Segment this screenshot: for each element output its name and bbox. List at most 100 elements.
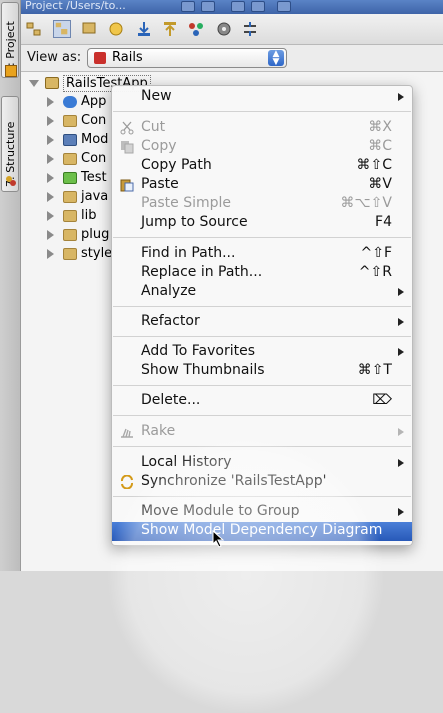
submenu-arrow-icon	[398, 508, 404, 516]
tab-structure[interactable]: 7: Structure	[1, 96, 19, 192]
expand-arrow-icon[interactable]	[47, 97, 54, 107]
diagram-icon[interactable]	[187, 20, 205, 38]
group-structure-icon[interactable]	[53, 20, 71, 38]
settings-icon[interactable]	[215, 20, 233, 38]
expand-arrow-icon[interactable]	[47, 249, 54, 259]
submenu-arrow-icon	[398, 288, 404, 296]
hide-panel-icon[interactable]	[277, 1, 291, 12]
menu-separator	[113, 415, 411, 416]
copy-icon	[121, 141, 134, 154]
menu-separator	[113, 306, 411, 307]
menu-item-show-model-dependency-diagram[interactable]: Show Model Dependency Diagram	[112, 522, 412, 541]
menu-item-paste-simple[interactable]: Paste Simple ⌘⌥⇧V	[112, 195, 412, 214]
menu-item-jump-to-source[interactable]: Jump to Source F4	[112, 214, 412, 233]
menu-item-label: Synchronize 'RailsTestApp'	[141, 473, 327, 489]
menu-item-label: Paste	[141, 176, 179, 192]
menu-item-rake[interactable]: Rake	[112, 423, 412, 442]
menu-item-shortcut: ⌦	[372, 392, 392, 408]
view-as-dropdown[interactable]: Rails ▲ ▼	[87, 48, 287, 68]
pin-icon[interactable]	[251, 1, 265, 12]
menu-separator	[113, 336, 411, 337]
menu-item-replace-in-path[interactable]: Replace in Path... ^⇧R	[112, 264, 412, 283]
view-as-bar: View as: Rails ▲ ▼	[21, 45, 443, 72]
menu-item-label: Show Model Dependency Diagram	[141, 522, 383, 538]
menu-item-label: Replace in Path...	[141, 264, 263, 280]
menu-item-refactor[interactable]: Refactor	[112, 313, 412, 332]
structure-icon	[6, 176, 16, 186]
menu-item-analyze[interactable]: Analyze	[112, 283, 412, 302]
menu-item-copy-path[interactable]: Copy Path ⌘⇧C	[112, 157, 412, 176]
autoscroll-from-source-icon[interactable]	[161, 20, 179, 38]
rails-icon	[94, 52, 106, 64]
tab-project[interactable]: 1: Project	[1, 2, 19, 78]
menu-separator	[113, 385, 411, 386]
autoscroll-to-source-icon[interactable]	[135, 20, 153, 38]
view-as-label: View as:	[27, 50, 82, 65]
expand-arrow-icon[interactable]	[29, 80, 39, 87]
menu-item-label: Cut	[141, 119, 166, 135]
panel-button-3[interactable]	[231, 1, 245, 12]
show-members-icon[interactable]	[107, 20, 125, 38]
tree-item-label: style	[81, 246, 113, 261]
tree-item-label: App	[81, 94, 107, 109]
controllers-icon	[63, 96, 77, 108]
scissors-icon	[120, 121, 134, 135]
expand-arrow-icon[interactable]	[47, 173, 54, 183]
panel-button-1[interactable]	[181, 1, 195, 12]
panel-title: Project /Users/to...	[25, 0, 126, 12]
paste-icon	[120, 179, 134, 192]
tool-window-strip: 1: Project 7: Structure	[0, 0, 21, 571]
tree-item-label: Mod	[81, 132, 109, 147]
menu-item-label: Find in Path...	[141, 245, 236, 261]
menu-separator	[113, 111, 411, 112]
menu-item-shortcut: ⌘⇧C	[356, 157, 392, 173]
panel-button-2[interactable]	[201, 1, 215, 12]
menu-item-new[interactable]: New	[112, 88, 412, 107]
menu-item-label: New	[141, 88, 172, 104]
collapse-all-icon[interactable]	[241, 20, 259, 38]
panel-toolbar	[21, 14, 443, 45]
menu-item-show-thumbnails[interactable]: Show Thumbnails ⌘⇧T	[112, 362, 412, 381]
menu-item-move-module-to-group[interactable]: Move Module to Group	[112, 503, 412, 522]
menu-item-shortcut: ⌘C	[368, 138, 392, 154]
submenu-arrow-icon	[398, 459, 404, 467]
project-icon	[5, 65, 17, 77]
compact-folders-icon[interactable]	[81, 20, 99, 38]
submenu-arrow-icon	[398, 318, 404, 326]
submenu-arrow-icon	[398, 428, 404, 436]
rake-icon	[121, 428, 133, 438]
expand-arrow-icon[interactable]	[47, 211, 54, 221]
menu-item-shortcut: ⌘X	[368, 119, 392, 135]
expand-arrow-icon[interactable]	[47, 116, 54, 126]
menu-item-shortcut: ⌘⌥⇧V	[340, 195, 392, 211]
menu-item-label: Move Module to Group	[141, 503, 300, 519]
menu-separator	[113, 496, 411, 497]
flatten-packages-icon[interactable]	[25, 20, 43, 38]
dropdown-arrows-icon: ▲ ▼	[268, 50, 284, 67]
tree-item-label: Con	[81, 113, 107, 128]
folder-icon	[63, 191, 77, 203]
folder-icon	[63, 210, 77, 222]
tree-item-label: Test	[81, 170, 107, 185]
menu-separator	[113, 237, 411, 238]
menu-item-label: Delete...	[141, 392, 201, 408]
rails-project-icon	[45, 77, 59, 89]
expand-arrow-icon[interactable]	[47, 135, 54, 145]
menu-item-synchronize[interactable]: Synchronize 'RailsTestApp'	[112, 473, 412, 492]
controllers-folder-icon	[63, 153, 77, 165]
folder-icon	[63, 229, 77, 241]
menu-item-delete[interactable]: Delete... ⌦	[112, 392, 412, 411]
menu-item-add-to-favorites[interactable]: Add To Favorites	[112, 343, 412, 362]
mouse-cursor-icon	[212, 530, 225, 548]
expand-arrow-icon[interactable]	[47, 192, 54, 202]
menu-item-copy[interactable]: Copy ⌘C	[112, 138, 412, 157]
menu-item-cut[interactable]: Cut ⌘X	[112, 119, 412, 138]
menu-item-find-in-path[interactable]: Find in Path... ^⇧F	[112, 245, 412, 264]
menu-item-local-history[interactable]: Local History	[112, 454, 412, 473]
menu-item-shortcut: ^⇧R	[358, 264, 392, 280]
view-as-value: Rails	[112, 50, 143, 65]
menu-item-paste[interactable]: Paste ⌘V	[112, 176, 412, 195]
expand-arrow-icon[interactable]	[47, 230, 54, 240]
expand-arrow-icon[interactable]	[47, 154, 54, 164]
tree-item-label: java	[81, 189, 109, 204]
